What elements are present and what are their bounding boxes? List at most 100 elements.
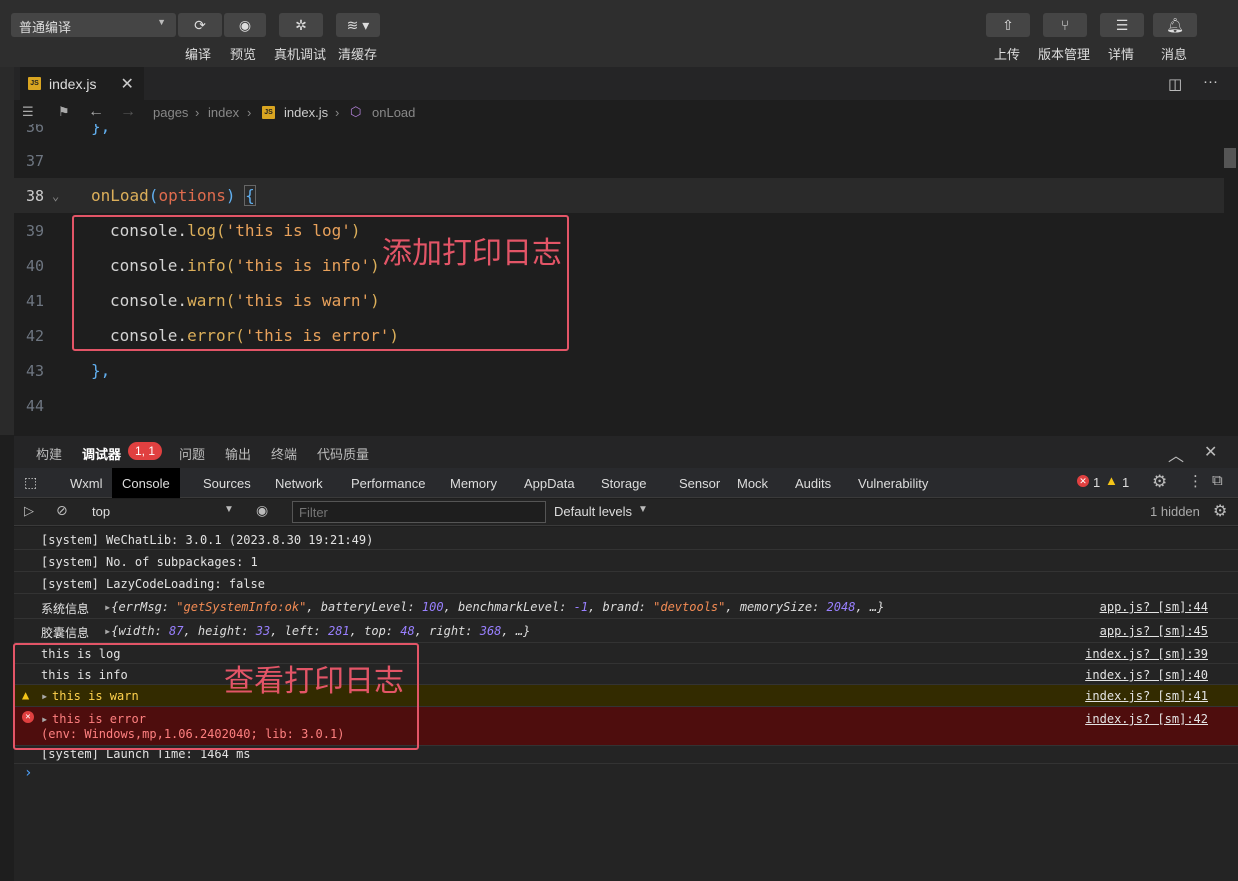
devtools-tab-storage[interactable]: Storage — [601, 468, 647, 498]
tab-output[interactable]: 输出 — [225, 444, 251, 463]
branch-icon: ⑂ — [1060, 17, 1070, 33]
real-device-label: 真机调试 — [274, 47, 327, 62]
gear-icon[interactable]: ⚙ — [1152, 472, 1167, 492]
source-link[interactable]: index.js? [sm]:40 — [1085, 668, 1208, 682]
bookmark-icon[interactable]: ⚑ — [58, 104, 70, 120]
chevron-right-icon: › — [335, 104, 340, 120]
outline-icon[interactable]: ☰ — [22, 104, 34, 120]
kebab-menu-icon[interactable]: ⋮ — [1188, 472, 1203, 490]
code-line-current: 38 ⌄ onLoad(options) { — [14, 178, 1224, 213]
fold-chevron-icon[interactable]: ⌄ — [52, 189, 59, 203]
compile-button[interactable]: ⟳ — [178, 13, 222, 37]
devtools-tab-appdata[interactable]: AppData — [524, 468, 575, 498]
breadcrumb-file[interactable]: index.js — [284, 105, 328, 120]
paren: ( — [148, 186, 159, 205]
bug-icon: ✲ — [295, 16, 307, 33]
devtools-tab-audits[interactable]: Audits — [795, 468, 831, 498]
devtools-tab-wxml[interactable]: Wxml — [70, 468, 103, 498]
preview-label: 预览 — [230, 47, 257, 62]
console-message: [system] LazyCodeLoading: false — [41, 577, 265, 591]
back-arrow-icon[interactable]: ← — [88, 103, 104, 121]
filter-input[interactable] — [292, 501, 546, 523]
close-icon[interactable]: ✕ — [120, 74, 133, 94]
code-line: 36 }, — [14, 124, 1224, 144]
scrollbar-thumb[interactable] — [1224, 148, 1236, 168]
line-number: 38 — [25, 186, 44, 205]
tab-build[interactable]: 构建 — [36, 444, 62, 463]
clear-console-icon[interactable]: ⊘ — [56, 502, 68, 519]
more-icon[interactable]: ··· — [1203, 73, 1218, 90]
warning-count[interactable]: 1 — [1122, 475, 1129, 490]
devtools-tab-mock[interactable]: Mock — [737, 468, 768, 498]
details-button[interactable]: ☰ — [1100, 13, 1144, 37]
console-label: 胶囊信息 — [41, 626, 90, 640]
eye-icon[interactable]: ◉ — [256, 502, 268, 519]
dock-icon[interactable]: ⧉ — [1212, 472, 1223, 489]
gear-icon[interactable]: ⚙ — [1213, 501, 1227, 521]
devtools-tab-sources[interactable]: Sources — [203, 468, 251, 498]
devtools-tab-network[interactable]: Network — [275, 468, 323, 498]
error-count[interactable]: 1 — [1093, 475, 1100, 490]
source-link[interactable]: app.js? [sm]:45 — [1100, 624, 1208, 638]
devtools-tab-vulnerability[interactable]: Vulnerability — [858, 468, 928, 498]
console-annotation-text: 查看打印日志 — [224, 664, 404, 699]
compile-mode-select[interactable]: 普通编译 ▼ — [11, 13, 176, 37]
source-link[interactable]: index.js? [sm]:39 — [1085, 647, 1208, 661]
devtools-tab-sensor[interactable]: Sensor — [679, 468, 720, 498]
log-levels-select[interactable]: Default levels — [554, 504, 632, 519]
code-line: 43 }, — [14, 353, 1224, 388]
inspect-element-icon[interactable]: ⬚ — [24, 474, 37, 491]
eye-icon: ◉ — [238, 16, 252, 33]
messages-button[interactable]: 🔔︎ — [1153, 13, 1197, 37]
breadcrumb-method[interactable]: onLoad — [372, 105, 415, 120]
code-line: 44 — [14, 388, 1224, 423]
line-number: 43 — [25, 361, 44, 380]
js-file-icon: JS — [262, 106, 275, 119]
brace: { — [244, 185, 256, 206]
tab-issues[interactable]: 问题 — [179, 444, 205, 463]
tab-code-quality[interactable]: 代码质量 — [317, 444, 369, 463]
upload-button[interactable]: ⇧ — [986, 13, 1030, 37]
breadcrumb-pages[interactable]: pages — [153, 105, 188, 120]
tab-index-js[interactable]: JS index.js ✕ — [20, 67, 144, 100]
console-row: [system] WeChatLib: 3.0.1 (2023.8.30 19:… — [14, 529, 1238, 550]
console-label: 系统信息 — [41, 602, 90, 616]
split-editor-icon[interactable]: ◫ — [1168, 75, 1182, 93]
details-label: 详情 — [1108, 47, 1135, 62]
tab-terminal[interactable]: 终端 — [271, 444, 297, 463]
source-link[interactable]: index.js? [sm]:42 — [1085, 712, 1208, 726]
devtools-tab-memory[interactable]: Memory — [450, 468, 497, 498]
context-select[interactable]: top — [92, 504, 110, 519]
preview-button[interactable]: ◉ — [224, 13, 266, 37]
line-number: 44 — [25, 396, 44, 415]
param: options — [158, 186, 226, 205]
console-message: [system] WeChatLib: 3.0.1 (2023.8.30 19:… — [41, 533, 374, 547]
menu-icon: ☰ — [1115, 16, 1129, 33]
fn-name: onLoad — [91, 186, 149, 205]
devtools-tab-console[interactable]: Console — [112, 468, 180, 498]
forward-arrow-icon[interactable]: → — [120, 103, 136, 121]
line-number: 36 — [25, 124, 44, 136]
chevron-down-icon: ▼ — [157, 17, 166, 27]
console-row: 胶囊信息 ▸{width: 87, height: 33, left: 281,… — [14, 619, 1238, 643]
breadcrumb-index[interactable]: index — [208, 105, 239, 120]
source-link[interactable]: index.js? [sm]:41 — [1085, 689, 1208, 703]
version-button[interactable]: ⑂ — [1043, 13, 1087, 37]
compile-mode-value: 普通编译 — [19, 20, 72, 35]
console-prompt-icon[interactable]: › — [24, 765, 32, 781]
console-row: 系统信息 ▸{errMsg: "getSystemInfo:ok", batte… — [14, 595, 1238, 619]
code-line: 37 — [14, 143, 1224, 178]
left-gutter-strip — [0, 67, 14, 435]
devtools-tab-performance[interactable]: Performance — [351, 468, 425, 498]
source-link[interactable]: app.js? [sm]:44 — [1100, 600, 1208, 614]
chevron-up-icon[interactable]: ︿ — [1168, 442, 1184, 466]
sidebar-toggle-icon[interactable]: ▷ — [24, 503, 34, 519]
upload-icon: ⇧ — [1002, 16, 1014, 33]
tab-debugger[interactable]: 调试器 — [82, 444, 121, 463]
close-icon[interactable]: ✕ — [1204, 442, 1217, 462]
editor-tabbar — [0, 67, 1238, 100]
layers-icon: ≋ ▾ — [346, 16, 370, 33]
refresh-icon: ⟳ — [194, 16, 206, 33]
real-device-debug-button[interactable]: ✲ — [279, 13, 323, 37]
clear-cache-button[interactable]: ≋ ▾ — [336, 13, 380, 37]
